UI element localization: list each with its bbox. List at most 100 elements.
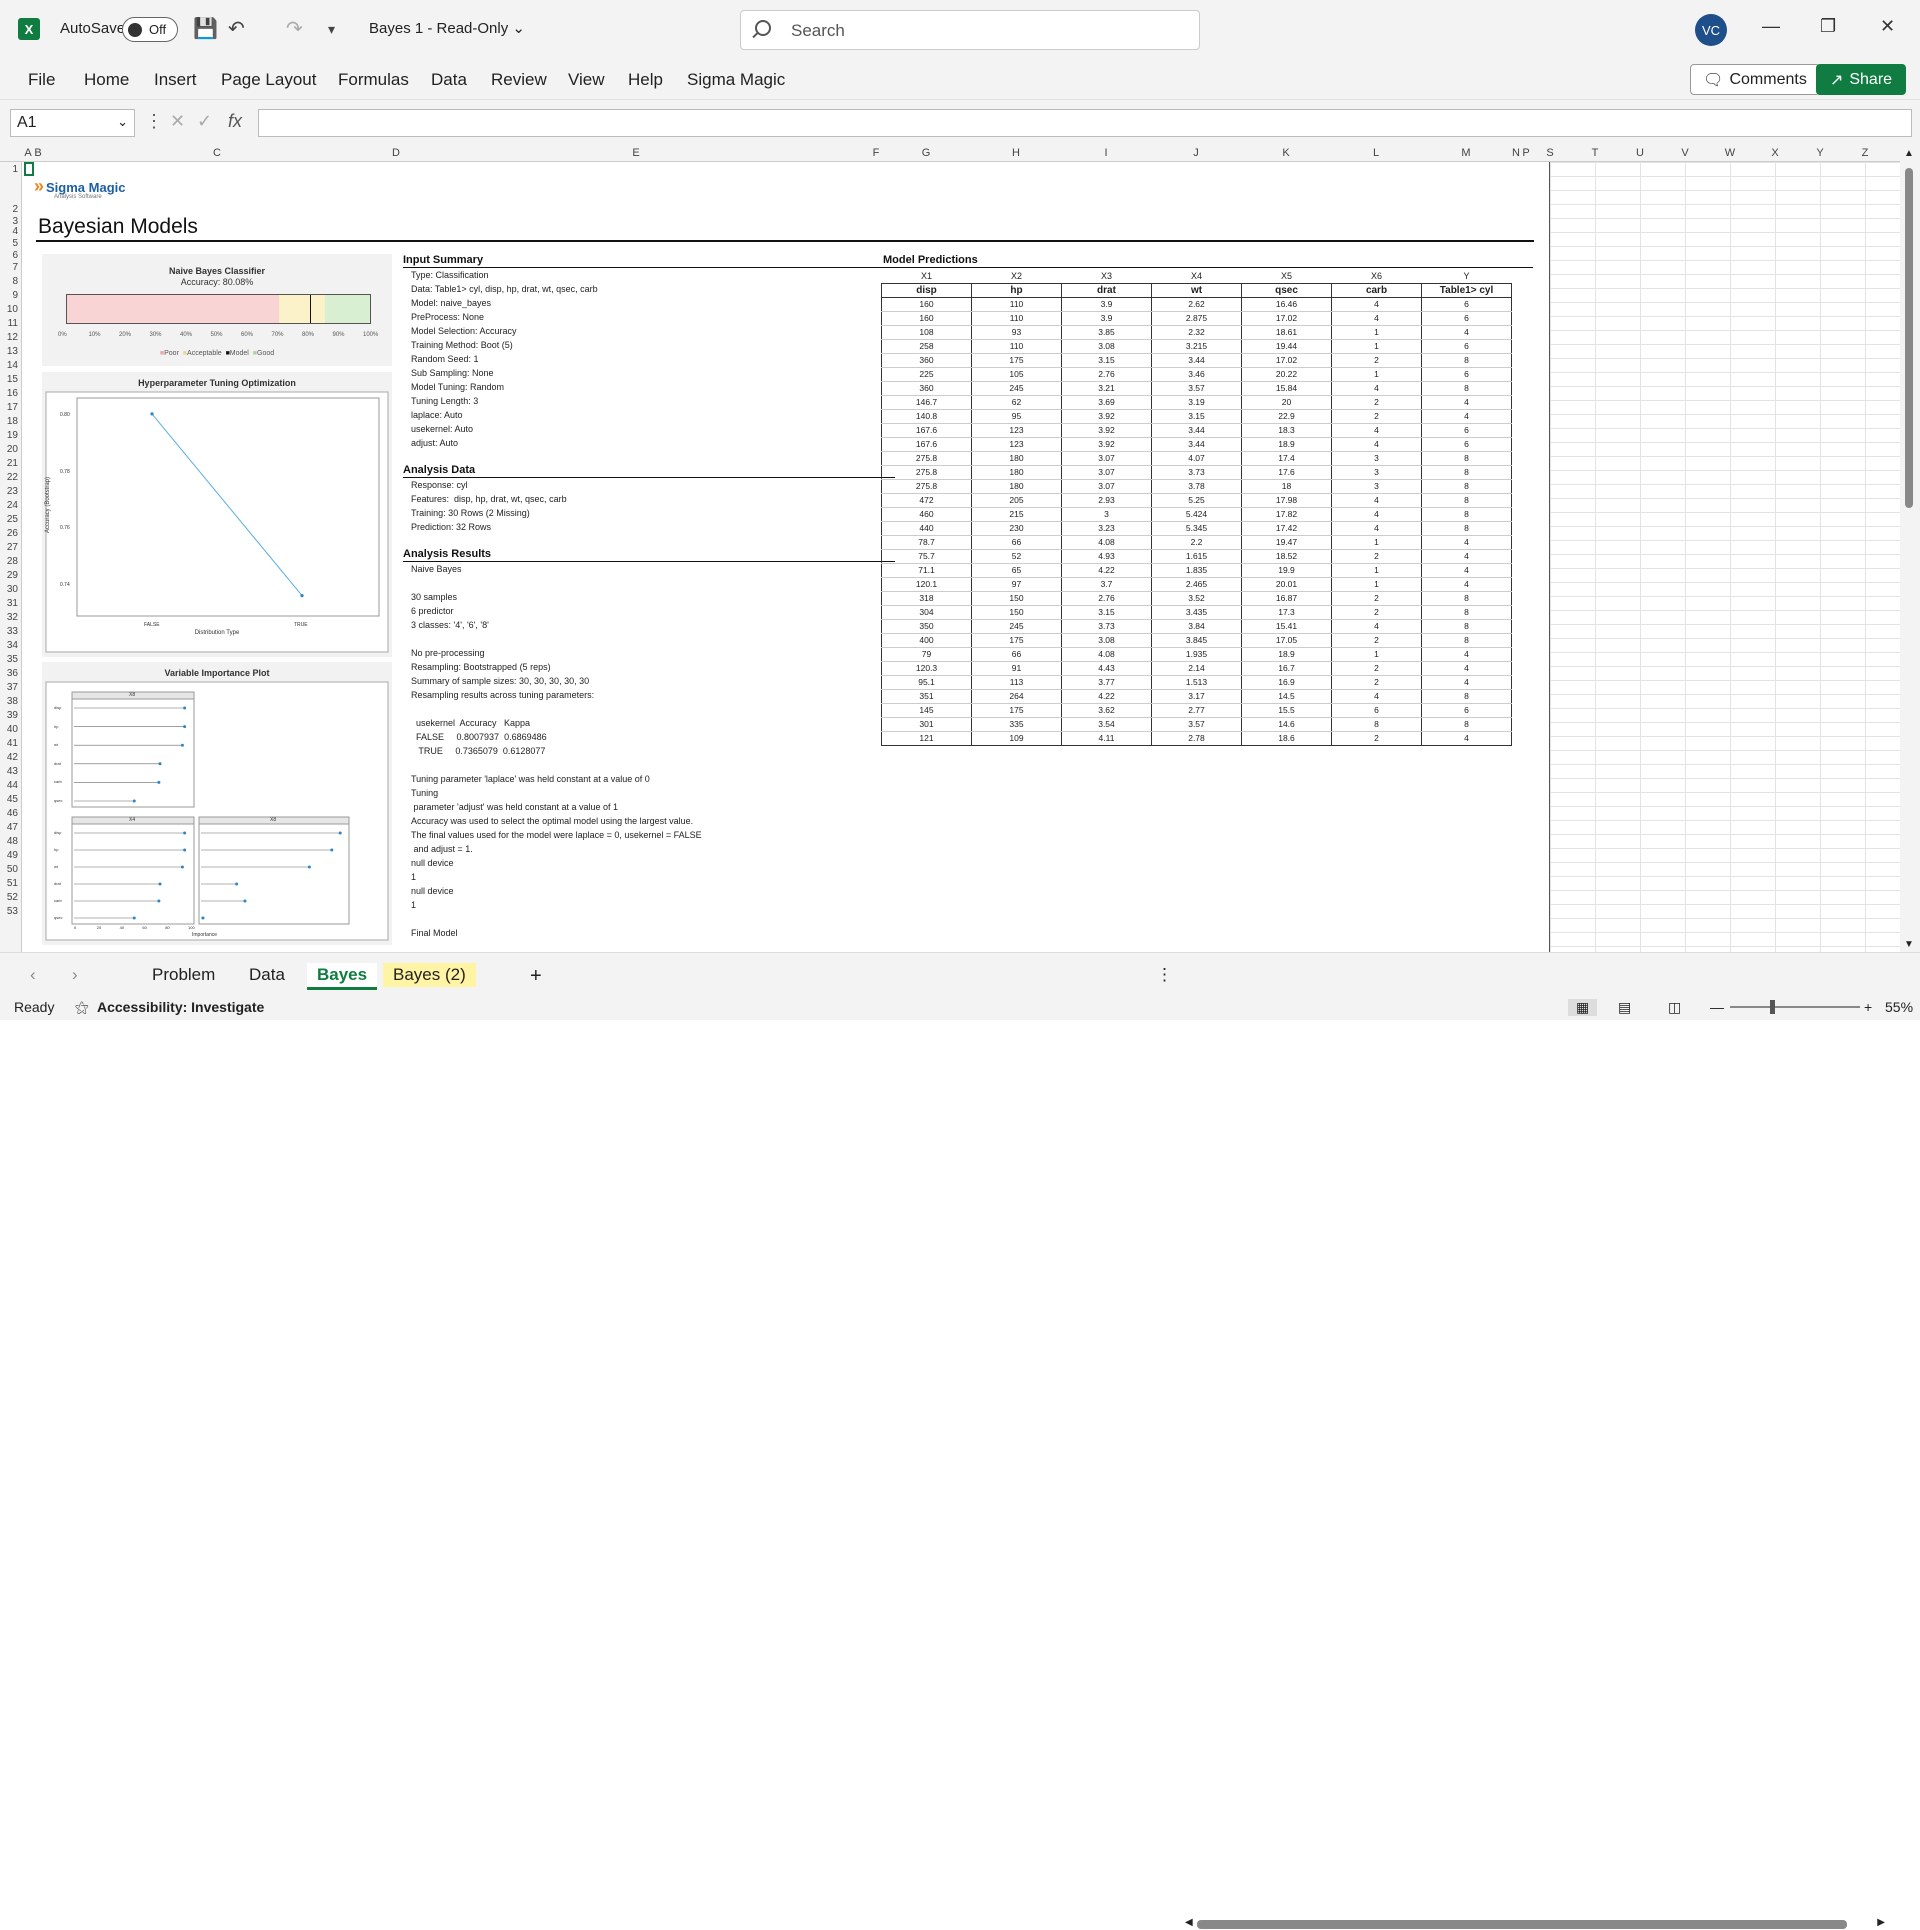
column-header[interactable]: S xyxy=(1546,147,1553,159)
table-cell[interactable]: 18.3 xyxy=(1241,423,1332,438)
row-header[interactable]: 20 xyxy=(7,444,18,455)
table-cell[interactable]: 4 xyxy=(1421,325,1512,340)
table-row[interactable]: 145 175 3.62 2.77 15.5 6 6 xyxy=(881,703,1512,718)
table-cell[interactable]: 17.42 xyxy=(1241,521,1332,536)
table-cell[interactable]: 150 xyxy=(971,605,1062,620)
table-cell[interactable]: 3.15 xyxy=(1061,353,1152,368)
table-cell[interactable]: 4 xyxy=(1331,507,1422,522)
column-header[interactable]: Z xyxy=(1862,147,1869,159)
table-row[interactable]: 108 93 3.85 2.32 18.61 1 4 xyxy=(881,325,1512,340)
table-cell[interactable]: 3.69 xyxy=(1061,395,1152,410)
table-cell[interactable]: 3.07 xyxy=(1061,451,1152,466)
table-cell[interactable]: 4 xyxy=(1331,521,1422,536)
table-cell[interactable]: 8 xyxy=(1421,633,1512,648)
row-header[interactable]: 4 xyxy=(12,226,18,237)
predictions-table[interactable]: X1 X2 X3 X4 X5 X6 Y disp hp drat wt qsec carb Table1… xyxy=(881,269,1512,746)
row-header[interactable]: 45 xyxy=(7,794,18,805)
menu-help[interactable]: Help xyxy=(628,70,663,90)
table-cell[interactable]: 1 xyxy=(1331,535,1422,550)
table-cell[interactable]: 121 xyxy=(881,731,972,746)
row-header[interactable]: 53 xyxy=(7,906,18,917)
table-cell[interactable]: 17.02 xyxy=(1241,311,1332,326)
table-cell[interactable]: 4.07 xyxy=(1151,451,1242,466)
search-box[interactable]: Search xyxy=(740,10,1200,50)
table-cell[interactable]: 4 xyxy=(1421,661,1512,676)
table-row[interactable]: 121 109 4.11 2.78 18.6 2 4 xyxy=(881,731,1512,746)
table-cell[interactable]: 66 xyxy=(971,647,1062,662)
table-cell[interactable]: 275.8 xyxy=(881,451,972,466)
table-cell[interactable]: 264 xyxy=(971,689,1062,704)
table-cell[interactable]: 108 xyxy=(881,325,972,340)
table-cell[interactable]: 18.9 xyxy=(1241,647,1332,662)
table-cell[interactable]: 1 xyxy=(1331,367,1422,382)
row-header[interactable]: 28 xyxy=(7,556,18,567)
table-cell[interactable]: 123 xyxy=(971,437,1062,452)
table-row[interactable]: 360 175 3.15 3.44 17.02 2 8 xyxy=(881,353,1512,368)
table-cell[interactable]: 2.76 xyxy=(1061,591,1152,606)
table-row[interactable]: 167.6 123 3.92 3.44 18.3 4 6 xyxy=(881,423,1512,438)
table-cell[interactable]: 17.6 xyxy=(1241,465,1332,480)
table-cell[interactable]: 2.62 xyxy=(1151,297,1242,312)
table-cell[interactable]: 3.54 xyxy=(1061,717,1152,732)
vertical-scrollbar[interactable]: ▲ ▼ xyxy=(1900,146,1920,952)
row-header[interactable]: 35 xyxy=(7,654,18,665)
table-row[interactable]: 304 150 3.15 3.435 17.3 2 8 xyxy=(881,605,1512,620)
table-cell[interactable]: 175 xyxy=(971,353,1062,368)
table-cell[interactable]: 275.8 xyxy=(881,479,972,494)
table-cell[interactable]: 6 xyxy=(1421,703,1512,718)
page-layout-view-icon[interactable]: ▤ xyxy=(1618,999,1631,1016)
row-header[interactable]: 52 xyxy=(7,892,18,903)
table-cell[interactable]: 360 xyxy=(881,353,972,368)
table-cell[interactable]: 3.85 xyxy=(1061,325,1152,340)
table-row[interactable]: 225 105 2.76 3.46 20.22 1 6 xyxy=(881,367,1512,382)
table-cell[interactable]: 3.73 xyxy=(1151,465,1242,480)
table-cell[interactable]: 97 xyxy=(971,577,1062,592)
row-header[interactable]: 13 xyxy=(7,346,18,357)
table-cell[interactable]: 17.05 xyxy=(1241,633,1332,648)
table-row[interactable]: 120.3 91 4.43 2.14 16.7 2 4 xyxy=(881,661,1512,676)
column-header[interactable]: M xyxy=(1461,147,1470,159)
table-row[interactable]: 167.6 123 3.92 3.44 18.9 4 6 xyxy=(881,437,1512,452)
table-row[interactable]: 275.8 180 3.07 4.07 17.4 3 8 xyxy=(881,451,1512,466)
customize-qat-icon[interactable]: ▾ xyxy=(328,21,335,38)
table-cell[interactable]: 3.92 xyxy=(1061,437,1152,452)
row-header[interactable]: 49 xyxy=(7,850,18,861)
tab-data[interactable]: Data xyxy=(239,963,295,987)
column-header[interactable]: I xyxy=(1104,147,1107,159)
row-header[interactable]: 5 xyxy=(12,238,18,249)
table-cell[interactable]: 18 xyxy=(1241,479,1332,494)
table-cell[interactable]: 3 xyxy=(1331,479,1422,494)
zoom-slider[interactable] xyxy=(1730,1000,1860,1014)
menu-review[interactable]: Review xyxy=(491,70,547,90)
table-cell[interactable]: 3 xyxy=(1331,465,1422,480)
save-icon[interactable]: 💾 xyxy=(193,16,218,41)
table-cell[interactable]: 205 xyxy=(971,493,1062,508)
table-cell[interactable]: 3.44 xyxy=(1151,437,1242,452)
table-cell[interactable]: 22.9 xyxy=(1241,409,1332,424)
row-header[interactable]: 1 xyxy=(12,164,18,175)
table-cell[interactable]: 8 xyxy=(1421,591,1512,606)
name-box[interactable]: A1 ⌄ xyxy=(10,109,135,137)
table-cell[interactable]: 400 xyxy=(881,633,972,648)
scroll-up-icon[interactable]: ▲ xyxy=(1904,148,1914,159)
table-cell[interactable]: 3.9 xyxy=(1061,311,1152,326)
table-row[interactable]: 350 245 3.73 3.84 15.41 4 8 xyxy=(881,619,1512,634)
table-cell[interactable]: 8 xyxy=(1421,619,1512,634)
column-header[interactable]: Y xyxy=(1816,147,1823,159)
table-cell[interactable]: 20.01 xyxy=(1241,577,1332,592)
row-header[interactable]: 12 xyxy=(7,332,18,343)
column-header[interactable]: N xyxy=(1512,147,1520,159)
autosave-toggle[interactable]: Off xyxy=(122,17,178,42)
table-row[interactable]: 78.7 66 4.08 2.2 19.47 1 4 xyxy=(881,535,1512,550)
table-cell[interactable]: 6 xyxy=(1421,367,1512,382)
table-cell[interactable]: 2 xyxy=(1331,353,1422,368)
tuning-chart-panel[interactable]: Hyperparameter Tuning Optimization 0.80 0… xyxy=(42,372,392,657)
more-options-icon[interactable]: ⋮ xyxy=(1146,963,1183,987)
scroll-left-icon[interactable]: ◀ xyxy=(1185,1917,1193,1928)
table-cell[interactable]: 16.46 xyxy=(1241,297,1332,312)
column-header[interactable]: V xyxy=(1681,147,1688,159)
row-header[interactable]: 40 xyxy=(7,724,18,735)
tab-problem[interactable]: Problem xyxy=(142,963,225,987)
table-cell[interactable]: 180 xyxy=(971,479,1062,494)
table-cell[interactable]: 245 xyxy=(971,619,1062,634)
